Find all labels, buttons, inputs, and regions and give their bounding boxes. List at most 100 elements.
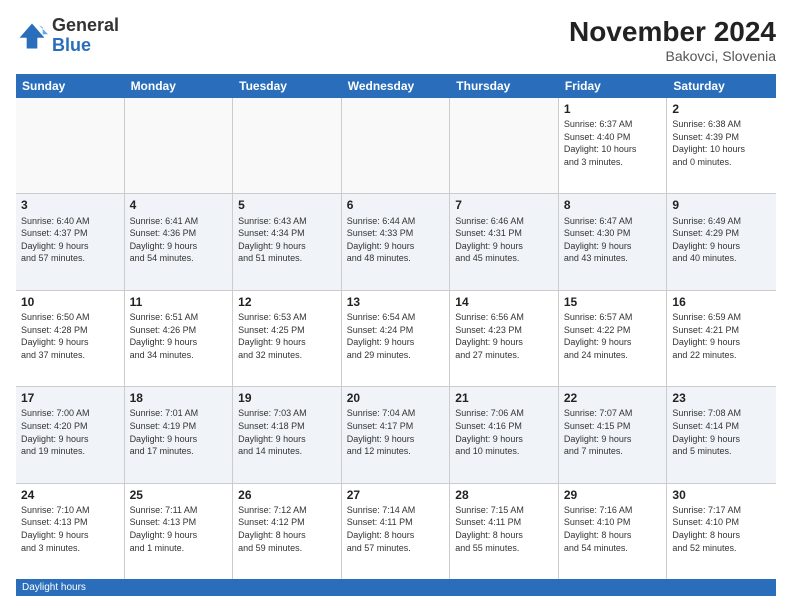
logo-blue: Blue — [52, 36, 119, 56]
day-number: 2 — [672, 101, 771, 117]
cell-info: Sunrise: 7:15 AM Sunset: 4:11 PM Dayligh… — [455, 504, 553, 554]
cell-info: Sunrise: 7:04 AM Sunset: 4:17 PM Dayligh… — [347, 407, 445, 457]
header: General Blue November 2024 Bakovci, Slov… — [16, 16, 776, 64]
day-number: 10 — [21, 294, 119, 310]
calendar-row: 10Sunrise: 6:50 AM Sunset: 4:28 PM Dayli… — [16, 291, 776, 387]
weekday-header: Friday — [559, 74, 668, 98]
logo-text: General Blue — [52, 16, 119, 56]
cell-info: Sunrise: 6:49 AM Sunset: 4:29 PM Dayligh… — [672, 215, 771, 265]
calendar-cell: 19Sunrise: 7:03 AM Sunset: 4:18 PM Dayli… — [233, 387, 342, 482]
day-number: 16 — [672, 294, 771, 310]
footer-bar: Daylight hours — [16, 579, 776, 596]
calendar-cell: 29Sunrise: 7:16 AM Sunset: 4:10 PM Dayli… — [559, 484, 668, 579]
calendar-header: SundayMondayTuesdayWednesdayThursdayFrid… — [16, 74, 776, 98]
cell-info: Sunrise: 7:06 AM Sunset: 4:16 PM Dayligh… — [455, 407, 553, 457]
calendar-cell: 15Sunrise: 6:57 AM Sunset: 4:22 PM Dayli… — [559, 291, 668, 386]
day-number: 29 — [564, 487, 662, 503]
day-number: 27 — [347, 487, 445, 503]
cell-info: Sunrise: 6:41 AM Sunset: 4:36 PM Dayligh… — [130, 215, 228, 265]
day-number: 22 — [564, 390, 662, 406]
footer-text: Daylight hours — [22, 582, 86, 593]
cell-info: Sunrise: 6:37 AM Sunset: 4:40 PM Dayligh… — [564, 118, 662, 168]
cell-info: Sunrise: 7:01 AM Sunset: 4:19 PM Dayligh… — [130, 407, 228, 457]
cell-info: Sunrise: 6:44 AM Sunset: 4:33 PM Dayligh… — [347, 215, 445, 265]
calendar-cell — [16, 98, 125, 193]
day-number: 6 — [347, 197, 445, 213]
calendar-cell: 25Sunrise: 7:11 AM Sunset: 4:13 PM Dayli… — [125, 484, 234, 579]
cell-info: Sunrise: 6:51 AM Sunset: 4:26 PM Dayligh… — [130, 311, 228, 361]
cell-info: Sunrise: 7:12 AM Sunset: 4:12 PM Dayligh… — [238, 504, 336, 554]
weekday-header: Thursday — [450, 74, 559, 98]
cell-info: Sunrise: 6:53 AM Sunset: 4:25 PM Dayligh… — [238, 311, 336, 361]
calendar-body: 1Sunrise: 6:37 AM Sunset: 4:40 PM Daylig… — [16, 98, 776, 579]
cell-info: Sunrise: 6:46 AM Sunset: 4:31 PM Dayligh… — [455, 215, 553, 265]
day-number: 21 — [455, 390, 553, 406]
calendar-cell: 28Sunrise: 7:15 AM Sunset: 4:11 PM Dayli… — [450, 484, 559, 579]
calendar-cell: 4 Sunrise: 6:41 AM Sunset: 4:36 PM Daylig… — [125, 194, 234, 289]
day-number: 20 — [347, 390, 445, 406]
day-number: 15 — [564, 294, 662, 310]
calendar-cell: 9 Sunrise: 6:49 AM Sunset: 4:29 PM Daylig… — [667, 194, 776, 289]
calendar-cell — [342, 98, 451, 193]
month-year: November 2024 — [569, 16, 776, 48]
calendar-cell: 30Sunrise: 7:17 AM Sunset: 4:10 PM Dayli… — [667, 484, 776, 579]
calendar-cell: 16Sunrise: 6:59 AM Sunset: 4:21 PM Dayli… — [667, 291, 776, 386]
logo-icon — [16, 20, 48, 52]
cell-info: Sunrise: 6:40 AM Sunset: 4:37 PM Dayligh… — [21, 215, 119, 265]
weekday-header: Saturday — [667, 74, 776, 98]
day-number: 8 — [564, 197, 662, 213]
location: Bakovci, Slovenia — [569, 48, 776, 64]
day-number: 11 — [130, 294, 228, 310]
day-number: 25 — [130, 487, 228, 503]
calendar-cell: 6 Sunrise: 6:44 AM Sunset: 4:33 PM Daylig… — [342, 194, 451, 289]
day-number: 5 — [238, 197, 336, 213]
calendar-row: 24Sunrise: 7:10 AM Sunset: 4:13 PM Dayli… — [16, 484, 776, 579]
day-number: 23 — [672, 390, 771, 406]
calendar-cell: 14Sunrise: 6:56 AM Sunset: 4:23 PM Dayli… — [450, 291, 559, 386]
day-number: 18 — [130, 390, 228, 406]
calendar-cell: 7 Sunrise: 6:46 AM Sunset: 4:31 PM Daylig… — [450, 194, 559, 289]
calendar-cell: 3Sunrise: 6:40 AM Sunset: 4:37 PM Daylig… — [16, 194, 125, 289]
calendar-cell: 17Sunrise: 7:00 AM Sunset: 4:20 PM Dayli… — [16, 387, 125, 482]
day-number: 24 — [21, 487, 119, 503]
day-number: 9 — [672, 197, 771, 213]
cell-info: Sunrise: 7:17 AM Sunset: 4:10 PM Dayligh… — [672, 504, 771, 554]
weekday-header: Sunday — [16, 74, 125, 98]
day-number: 30 — [672, 487, 771, 503]
calendar-cell: 13Sunrise: 6:54 AM Sunset: 4:24 PM Dayli… — [342, 291, 451, 386]
calendar-cell: 1Sunrise: 6:37 AM Sunset: 4:40 PM Daylig… — [559, 98, 668, 193]
calendar-cell: 2Sunrise: 6:38 AM Sunset: 4:39 PM Daylig… — [667, 98, 776, 193]
calendar-cell: 8 Sunrise: 6:47 AM Sunset: 4:30 PM Daylig… — [559, 194, 668, 289]
day-number: 28 — [455, 487, 553, 503]
weekday-header: Monday — [125, 74, 234, 98]
calendar-cell: 21Sunrise: 7:06 AM Sunset: 4:16 PM Dayli… — [450, 387, 559, 482]
day-number: 14 — [455, 294, 553, 310]
day-number: 4 — [130, 197, 228, 213]
calendar-cell: 10Sunrise: 6:50 AM Sunset: 4:28 PM Dayli… — [16, 291, 125, 386]
page: General Blue November 2024 Bakovci, Slov… — [0, 0, 792, 612]
cell-info: Sunrise: 6:54 AM Sunset: 4:24 PM Dayligh… — [347, 311, 445, 361]
calendar-cell: 23Sunrise: 7:08 AM Sunset: 4:14 PM Dayli… — [667, 387, 776, 482]
calendar-cell: 20Sunrise: 7:04 AM Sunset: 4:17 PM Dayli… — [342, 387, 451, 482]
cell-info: Sunrise: 6:47 AM Sunset: 4:30 PM Dayligh… — [564, 215, 662, 265]
calendar-cell: 18Sunrise: 7:01 AM Sunset: 4:19 PM Dayli… — [125, 387, 234, 482]
day-number: 19 — [238, 390, 336, 406]
cell-info: Sunrise: 6:57 AM Sunset: 4:22 PM Dayligh… — [564, 311, 662, 361]
calendar-row: 3Sunrise: 6:40 AM Sunset: 4:37 PM Daylig… — [16, 194, 776, 290]
day-number: 17 — [21, 390, 119, 406]
calendar-cell — [125, 98, 234, 193]
cell-info: Sunrise: 6:59 AM Sunset: 4:21 PM Dayligh… — [672, 311, 771, 361]
day-number: 13 — [347, 294, 445, 310]
day-number: 26 — [238, 487, 336, 503]
cell-info: Sunrise: 6:56 AM Sunset: 4:23 PM Dayligh… — [455, 311, 553, 361]
cell-info: Sunrise: 6:43 AM Sunset: 4:34 PM Dayligh… — [238, 215, 336, 265]
logo-general: General — [52, 16, 119, 36]
title-block: November 2024 Bakovci, Slovenia — [569, 16, 776, 64]
calendar-cell: 22Sunrise: 7:07 AM Sunset: 4:15 PM Dayli… — [559, 387, 668, 482]
calendar-row: 1Sunrise: 6:37 AM Sunset: 4:40 PM Daylig… — [16, 98, 776, 194]
calendar-cell — [233, 98, 342, 193]
cell-info: Sunrise: 7:16 AM Sunset: 4:10 PM Dayligh… — [564, 504, 662, 554]
calendar-cell: 27Sunrise: 7:14 AM Sunset: 4:11 PM Dayli… — [342, 484, 451, 579]
cell-info: Sunrise: 7:07 AM Sunset: 4:15 PM Dayligh… — [564, 407, 662, 457]
day-number: 7 — [455, 197, 553, 213]
